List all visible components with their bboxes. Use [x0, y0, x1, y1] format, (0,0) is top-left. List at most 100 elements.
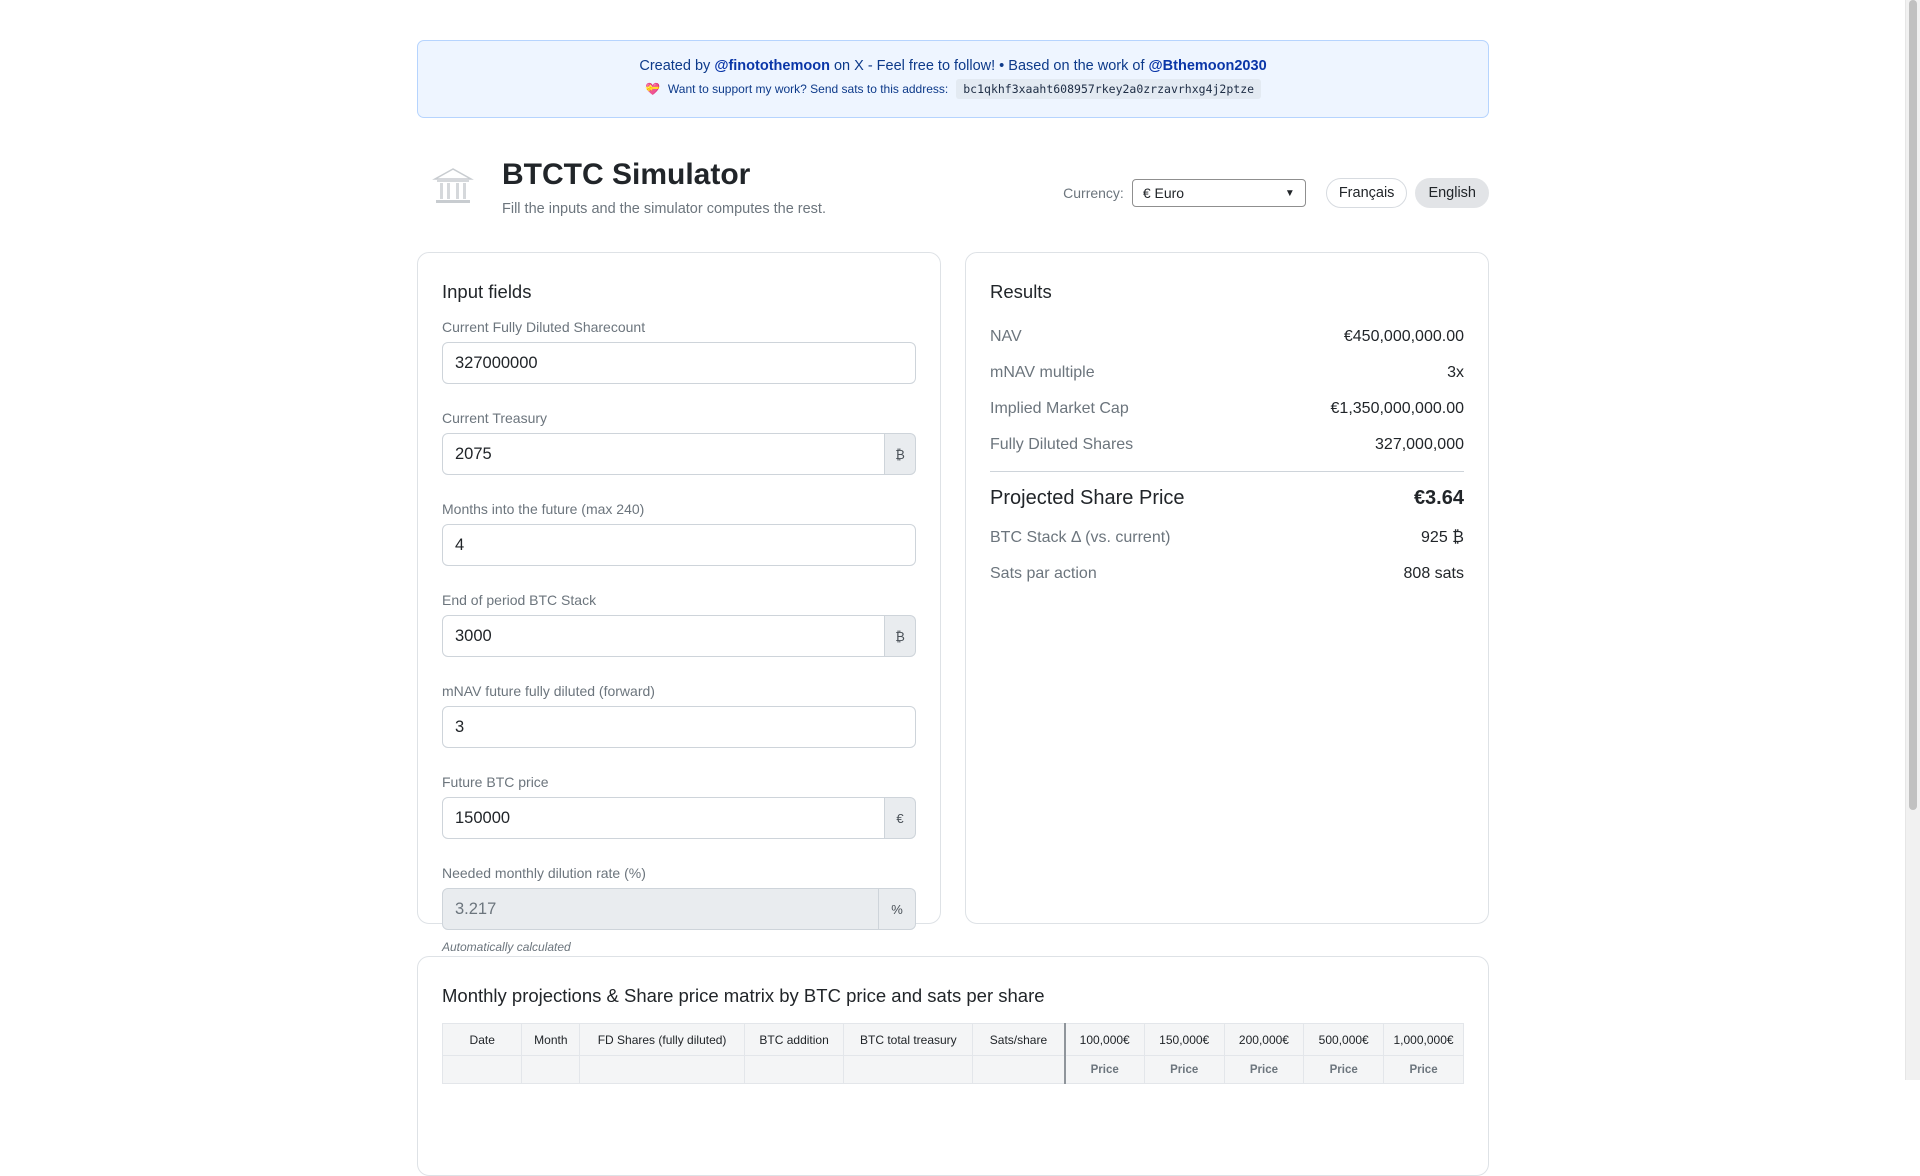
result-share-price: Projected Share Price €3.64	[990, 476, 1464, 520]
result-fd-shares: Fully Diluted Shares 327,000,000	[990, 427, 1464, 463]
months-label: Months into the future (max 240)	[442, 501, 645, 517]
col-price-100k: 100,000€	[1063, 1023, 1145, 1056]
sub-price: Price	[1143, 1055, 1225, 1084]
chevron-down-icon: ▼	[1284, 187, 1295, 199]
sub-price: Price	[1223, 1055, 1305, 1084]
btc-price-label: Future BTC price	[442, 774, 549, 790]
support-text: Want to support my work? Send sats to th…	[667, 82, 949, 96]
lang-button-english[interactable]: English	[1415, 178, 1489, 208]
nav-value: €450,000,000.00	[1343, 328, 1464, 345]
mnav-input[interactable]: 3	[442, 706, 916, 748]
sub-price: Price	[1383, 1055, 1464, 1084]
sharecount-input[interactable]: 327000000	[442, 342, 916, 384]
heart-icon: 💝	[644, 82, 660, 96]
table-header-row: Date Month FD Shares (fully diluted) BTC…	[441, 1023, 1464, 1056]
share-price-label: Projected Share Price	[990, 486, 1185, 509]
euro-icon: €	[885, 797, 916, 839]
page-title: BTCTC Simulator	[502, 158, 751, 191]
treasury-label: Current Treasury	[442, 410, 548, 426]
mnav-label: mNAV future fully diluted (forward)	[442, 683, 655, 699]
btc-address[interactable]: bc1qkhf3xaaht608957rkey2a0zrzavrhxg4j2pt…	[956, 79, 1262, 99]
col-fd-shares: FD Shares (fully diluted)	[579, 1023, 745, 1056]
col-price-200k: 200,000€	[1223, 1023, 1305, 1056]
col-price-150k: 150,000€	[1143, 1023, 1225, 1056]
credits-prefix: Created by	[639, 58, 711, 74]
mnav-multiple-label: mNAV multiple	[990, 364, 1095, 381]
matrix-title: Monthly projections & Share price matrix…	[442, 985, 1045, 1006]
result-mnav-multiple: mNAV multiple 3x	[990, 355, 1464, 391]
bank-icon	[432, 168, 474, 203]
currency-label: Currency:	[1063, 185, 1124, 201]
treasury-input[interactable]: 2075	[442, 433, 885, 475]
result-nav: NAV €450,000,000.00	[990, 319, 1464, 355]
field-sharecount: Current Fully Diluted Sharecount 3270000…	[442, 319, 916, 384]
bitcoin-icon: ₿	[885, 433, 916, 475]
lang-button-francais[interactable]: Français	[1325, 178, 1408, 208]
header-controls: Currency: € Euro ▼ Français English	[1063, 178, 1489, 208]
dilution-note: Automatically calculated	[442, 940, 571, 954]
sats-per-share-value: 808 sats	[1403, 565, 1464, 582]
page-container: Created by @finotothemoon on X - Feel fr…	[417, 40, 1489, 1176]
author-link[interactable]: @finotothemoon	[714, 58, 830, 74]
sub-empty	[743, 1055, 845, 1084]
btc-stack-input[interactable]: 3000	[442, 615, 885, 657]
mnav-multiple-value: 3x	[1447, 364, 1464, 381]
sub-price: Price	[1063, 1055, 1145, 1084]
field-dilution: Needed monthly dilution rate (%) 3.217 %…	[442, 865, 916, 954]
result-sats-per-share: Sats par action 808 sats	[990, 556, 1464, 592]
inputs-title: Input fields	[442, 281, 532, 302]
percent-icon: %	[879, 888, 916, 930]
result-stack-delta: BTC Stack Δ (vs. current) 925 ₿	[990, 520, 1464, 556]
stack-delta-label: BTC Stack Δ (vs. current)	[990, 529, 1171, 546]
months-input[interactable]: 4	[442, 524, 916, 566]
field-months: Months into the future (max 240) 4	[442, 501, 916, 566]
sub-empty	[972, 1055, 1066, 1084]
sub-empty	[579, 1055, 745, 1084]
field-btc-stack: End of period BTC Stack 3000 ₿	[442, 592, 916, 657]
col-date: Date	[441, 1023, 523, 1056]
fd-shares-value: 327,000,000	[1375, 436, 1464, 453]
bitcoin-icon: ₿	[885, 615, 916, 657]
currency-value: € Euro	[1142, 185, 1185, 201]
currency-select[interactable]: € Euro ▼	[1131, 179, 1306, 207]
projections-table: Date Month FD Shares (fully diluted) BTC…	[441, 1023, 1464, 1084]
matrix-card: Monthly projections & Share price matrix…	[417, 956, 1489, 1176]
col-btc-total: BTC total treasury	[843, 1023, 974, 1056]
results-divider	[990, 471, 1464, 472]
col-btc-addition: BTC addition	[743, 1023, 845, 1056]
field-treasury: Current Treasury 2075 ₿	[442, 410, 916, 475]
result-market-cap: Implied Market Cap €1,350,000,000.00	[990, 391, 1464, 427]
results-card: Results NAV €450,000,000.00 mNAV multipl…	[965, 252, 1489, 924]
results-title: Results	[990, 281, 1052, 302]
table-subheader-row: Price Price Price Price Price	[441, 1055, 1464, 1084]
col-price-500k: 500,000€	[1303, 1023, 1385, 1056]
btc-stack-label: End of period BTC Stack	[442, 592, 597, 608]
base-author-link[interactable]: @Bthemoon2030	[1149, 58, 1267, 74]
input-fields-card: Input fields Current Fully Diluted Share…	[417, 252, 941, 954]
stack-delta-value: 925 ₿	[1421, 529, 1464, 546]
btc-price-input[interactable]: 150000	[442, 797, 885, 839]
share-price-value: €3.64	[1413, 486, 1464, 509]
col-sats-share: Sats/share	[972, 1023, 1066, 1056]
market-cap-label: Implied Market Cap	[990, 400, 1129, 417]
field-btc-price: Future BTC price 150000 €	[442, 774, 916, 839]
fd-shares-label: Fully Diluted Shares	[990, 436, 1134, 453]
credits-line: Created by @finotothemoon on X - Feel fr…	[418, 58, 1488, 74]
sub-price: Price	[1303, 1055, 1385, 1084]
field-mnav: mNAV future fully diluted (forward) 3	[442, 683, 916, 748]
market-cap-value: €1,350,000,000.00	[1330, 400, 1464, 417]
sub-empty	[521, 1055, 581, 1084]
dilution-input: 3.217	[442, 888, 879, 930]
dilution-label: Needed monthly dilution rate (%)	[442, 865, 646, 881]
col-month: Month	[521, 1023, 581, 1056]
page-scrollbar[interactable]	[1905, 0, 1920, 1080]
credits-middle: on X - Feel free to follow! • Based on t…	[833, 58, 1145, 74]
page-header: BTCTC Simulator Fill the inputs and the …	[417, 118, 1489, 230]
sub-empty	[843, 1055, 974, 1084]
sats-per-share-label: Sats par action	[990, 565, 1097, 582]
sharecount-label: Current Fully Diluted Sharecount	[442, 319, 646, 335]
support-line: 💝 Want to support my work? Send sats to …	[418, 79, 1488, 99]
scrollbar-thumb[interactable]	[1909, 0, 1917, 810]
credits-banner: Created by @finotothemoon on X - Feel fr…	[417, 40, 1489, 118]
nav-label: NAV	[990, 328, 1022, 345]
